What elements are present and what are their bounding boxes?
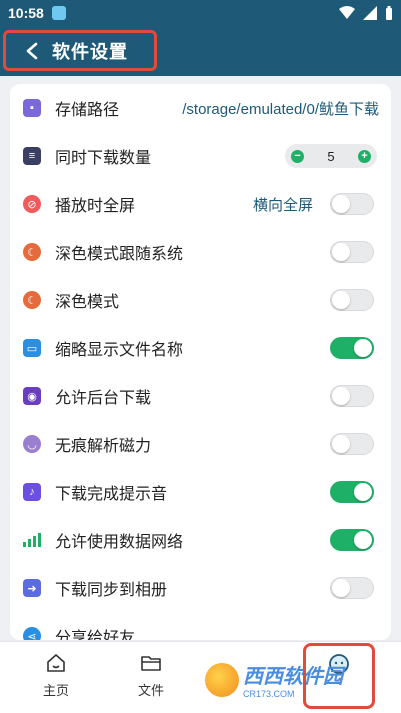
no-entry-icon: ⊘	[23, 195, 41, 213]
decrement-button[interactable]: −	[291, 149, 304, 163]
wifi-icon	[339, 6, 355, 19]
moon-icon: ☾	[23, 291, 41, 309]
setting-concurrent-downloads: ≡ 同时下载数量 − 5 +	[10, 132, 391, 180]
dark-mode-toggle[interactable]	[330, 289, 374, 311]
app-notification-icon	[51, 6, 66, 20]
setting-label: 分享给好友	[55, 630, 136, 640]
increment-button[interactable]: +	[357, 149, 371, 163]
mask-icon: ◡	[23, 435, 41, 453]
setting-label: 下载完成提示音	[55, 486, 168, 503]
status-icons	[339, 6, 393, 20]
setting-dark-mode: ☾ 深色模式	[10, 276, 391, 324]
setting-dark-follow-system: ☾ 深色模式跟随系统	[10, 228, 391, 276]
setting-mobile-data: 允许使用数据网络	[10, 516, 391, 564]
card-icon: ▭	[23, 339, 41, 357]
complete-sound-toggle[interactable]	[330, 481, 374, 503]
mobile-data-toggle[interactable]	[330, 529, 374, 551]
setting-background-download: ◉ 允许后台下载	[10, 372, 391, 420]
setting-label: 深色模式	[55, 294, 120, 311]
signal-icon	[363, 6, 377, 20]
status-bar: 10:58	[0, 0, 401, 26]
queue-icon: ≡	[23, 147, 41, 165]
background-download-toggle[interactable]	[330, 385, 374, 407]
storage-path-value[interactable]: /storage/emulated/0/鱿鱼下载	[182, 98, 379, 119]
dark-follow-toggle[interactable]	[330, 241, 374, 263]
download-box-icon: ◉	[23, 387, 41, 405]
setting-share[interactable]: ⋖ 分享给好友	[10, 612, 391, 640]
battery-icon	[386, 6, 392, 20]
album-sync-toggle[interactable]	[330, 577, 374, 599]
quantity-stepper: − 5 +	[285, 144, 377, 168]
app-bar: 软件设置	[0, 26, 401, 76]
setting-label: 缩略显示文件名称	[55, 342, 184, 359]
setting-fullscreen: ⊘ 播放时全屏 横向全屏	[10, 180, 391, 228]
quantity-value: 5	[327, 148, 335, 164]
nav-home-label: 主页	[42, 683, 69, 698]
setting-complete-sound: ♪ 下载完成提示音	[10, 468, 391, 516]
thumbnail-name-toggle[interactable]	[330, 337, 374, 359]
nav-home[interactable]: 主页	[26, 652, 86, 699]
setting-label: 下载同步到相册	[55, 582, 168, 599]
settings-card: ▪ 存储路径 /storage/emulated/0/鱿鱼下载 ≡ 同时下载数量…	[10, 84, 391, 640]
setting-thumbnail-name: ▭ 缩略显示文件名称	[10, 324, 391, 372]
setting-label: 存储路径	[55, 102, 120, 119]
setting-label: 同时下载数量	[55, 150, 152, 167]
sd-card-icon: ▪	[23, 99, 41, 117]
setting-storage-path[interactable]: ▪ 存储路径 /storage/emulated/0/鱿鱼下载	[10, 84, 391, 132]
setting-label: 播放时全屏	[55, 198, 136, 215]
back-arrow-icon[interactable]	[20, 39, 44, 63]
setting-magnet-parse: ◡ 无痕解析磁力	[10, 420, 391, 468]
folder-sync-icon: ➜	[23, 579, 41, 597]
title-highlight: 软件设置	[3, 30, 157, 71]
home-icon	[47, 654, 65, 672]
fullscreen-mode-value[interactable]: 横向全屏	[253, 194, 313, 215]
watermark-logo	[205, 662, 239, 697]
status-time: 10:58	[8, 5, 44, 21]
moon-icon: ☾	[23, 243, 41, 261]
signal-bars-icon	[23, 531, 41, 549]
setting-label: 允许后台下载	[55, 390, 152, 407]
setting-label: 允许使用数据网络	[55, 534, 184, 551]
setting-label: 深色模式跟随系统	[55, 246, 184, 263]
magnet-parse-toggle[interactable]	[330, 433, 374, 455]
settings-tab-highlight	[303, 643, 375, 709]
setting-album-sync: ➜ 下载同步到相册	[10, 564, 391, 612]
setting-label: 无痕解析磁力	[55, 438, 152, 455]
nav-files-label: 文件	[137, 683, 164, 698]
fullscreen-toggle[interactable]	[330, 193, 374, 215]
nav-files[interactable]: 文件	[121, 652, 181, 699]
share-icon: ⋖	[23, 627, 41, 640]
page-title: 软件设置	[52, 41, 128, 62]
music-icon: ♪	[23, 483, 41, 501]
folder-icon	[141, 656, 161, 671]
